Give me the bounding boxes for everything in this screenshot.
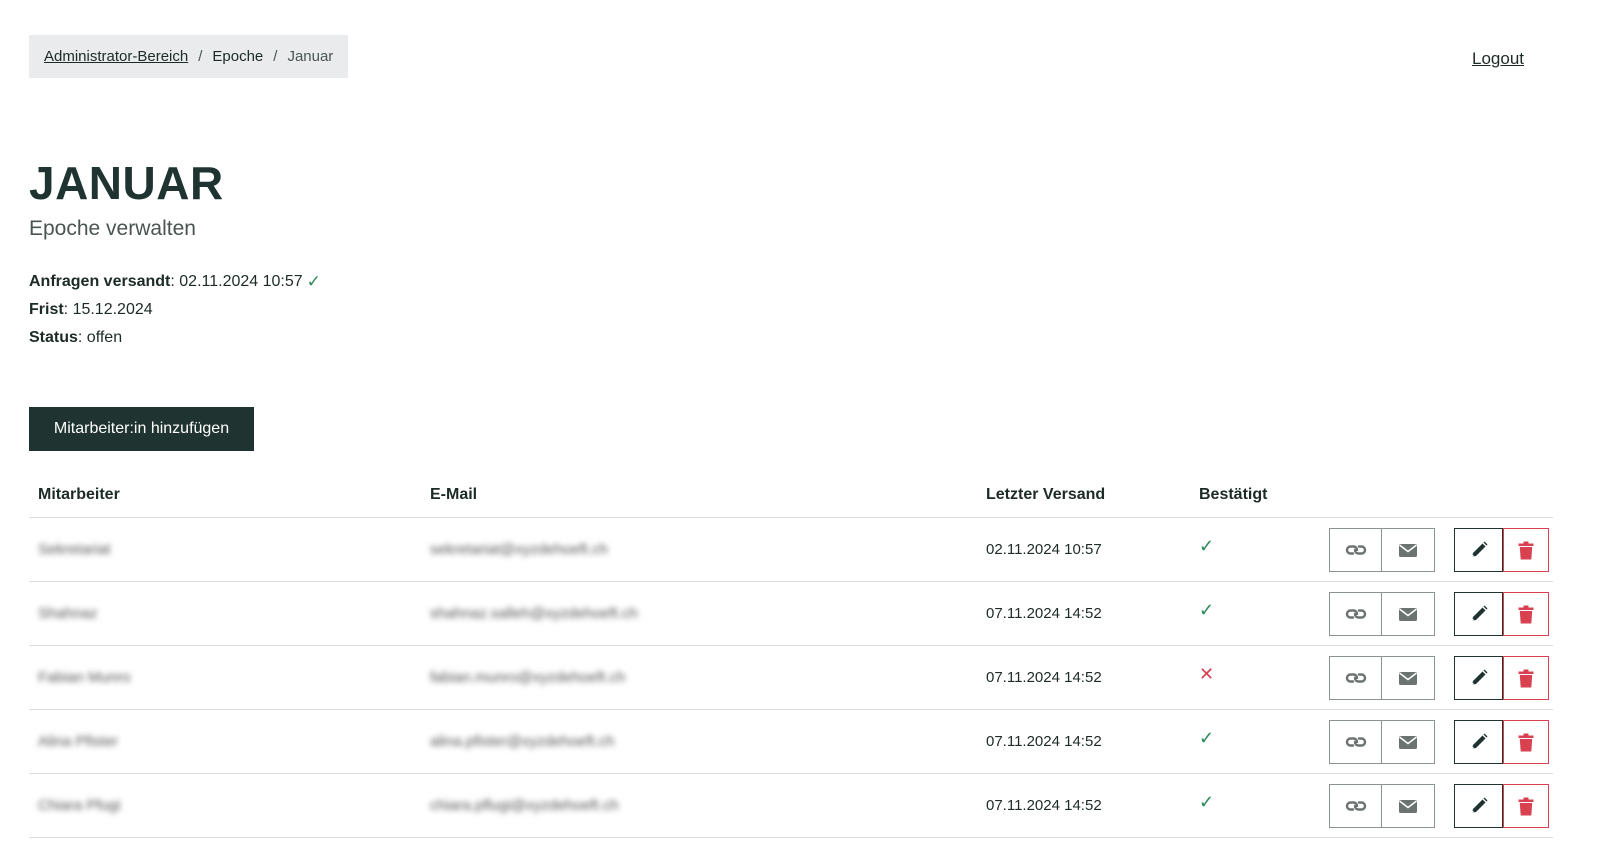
link-icon (1344, 734, 1368, 750)
last-sent-date: 07.11.2024 14:52 (986, 797, 1102, 814)
employee-email: chiara.pflugi@xyzdehoeft.ch (430, 797, 619, 814)
trash-icon (1518, 733, 1534, 752)
table-row: Alina Pfister alina.pfister@xyzdehoeft.ch… (29, 710, 1553, 774)
delete-button[interactable] (1503, 592, 1549, 636)
meta-sent-label: Anfragen versandt (29, 273, 171, 290)
delete-button[interactable] (1503, 528, 1549, 572)
delete-button[interactable] (1503, 784, 1549, 828)
meta-status-value: offen (86, 329, 123, 346)
row-actions (1329, 528, 1549, 572)
row-actions (1329, 720, 1549, 764)
pencil-icon (1469, 540, 1489, 560)
table-row: Fabian Munro fabian.munro@xyzdehoeft.ch 07… (29, 646, 1553, 710)
delete-button[interactable] (1503, 656, 1549, 700)
column-header-confirmed[interactable]: Bestätigt (1199, 486, 1267, 504)
table-row: Shahnaz shahnaz.salleh@xyzdehoeft.ch 07.11… (29, 582, 1553, 646)
check-icon: ✓ (306, 272, 321, 291)
copy-link-button[interactable] (1329, 720, 1382, 764)
trash-icon (1518, 797, 1534, 816)
send-email-button[interactable] (1382, 720, 1435, 764)
employee-name: Shahnaz (38, 605, 98, 622)
meta-deadline: Frist: 15.12.2024 (29, 301, 153, 318)
epoch-meta: Anfragen versandt: 02.11.2024 10:57 ✓ Fr… (29, 268, 321, 352)
last-sent-date: 07.11.2024 14:52 (986, 669, 1102, 686)
table-row: Sekretariat sekretariat@xyzdehoeft.ch 02.1… (29, 518, 1553, 582)
row-actions (1329, 592, 1549, 636)
send-email-button[interactable] (1382, 592, 1435, 636)
edit-button[interactable] (1454, 720, 1503, 764)
copy-link-button[interactable] (1329, 592, 1382, 636)
check-icon: ✓ (1199, 600, 1215, 620)
envelope-icon (1398, 543, 1418, 558)
meta-deadline-value: 15.12.2024 (72, 301, 153, 318)
send-email-button[interactable] (1382, 656, 1435, 700)
delete-button[interactable] (1503, 720, 1549, 764)
employee-email: fabian.munro@xyzdehoeft.ch (430, 669, 626, 686)
envelope-icon (1398, 607, 1418, 622)
breadcrumb-epoche[interactable]: Epoche (212, 48, 263, 65)
send-email-button[interactable] (1382, 784, 1435, 828)
trash-icon (1518, 669, 1534, 688)
last-sent-date: 07.11.2024 14:52 (986, 733, 1102, 750)
page-subtitle: Epoche verwalten (29, 217, 196, 240)
breadcrumb-separator: / (198, 48, 203, 65)
employee-name: Chiara Pfugi (38, 797, 121, 814)
edit-button[interactable] (1454, 656, 1503, 700)
pencil-icon (1469, 604, 1489, 624)
edit-button[interactable] (1454, 784, 1503, 828)
copy-link-button[interactable] (1329, 656, 1382, 700)
employee-email: sekretariat@xyzdehoeft.ch (430, 541, 608, 558)
column-header-name[interactable]: Mitarbeiter (38, 486, 120, 504)
meta-sent: Anfragen versandt: 02.11.2024 10:57 ✓ (29, 272, 321, 291)
trash-icon (1518, 541, 1534, 560)
breadcrumb: Administrator-Bereich / Epoche / Januar (29, 35, 349, 78)
employee-name: Alina Pfister (38, 733, 119, 750)
last-sent-date: 02.11.2024 10:57 (986, 541, 1102, 558)
pencil-icon (1469, 732, 1489, 752)
envelope-icon (1398, 671, 1418, 686)
link-icon (1344, 798, 1368, 814)
employee-name: Fabian Munro (38, 669, 131, 686)
add-employee-button[interactable]: Mitarbeiter:in hinzufügen (29, 407, 254, 451)
column-header-email[interactable]: E-Mail (430, 486, 477, 504)
link-icon (1344, 542, 1368, 558)
pencil-icon (1469, 796, 1489, 816)
page-title: JANUAR (29, 157, 224, 209)
table-body: Sekretariat sekretariat@xyzdehoeft.ch 02.1… (29, 518, 1553, 838)
employee-table: Mitarbeiter E-Mail Letzter Versand Bestä… (29, 474, 1553, 838)
envelope-icon (1398, 735, 1418, 750)
breadcrumb-separator: / (273, 48, 278, 65)
employee-email: alina.pfister@xyzdehoeft.ch (430, 733, 615, 750)
link-icon (1344, 606, 1368, 622)
send-email-button[interactable] (1382, 528, 1435, 572)
row-actions (1329, 656, 1549, 700)
edit-button[interactable] (1454, 592, 1503, 636)
check-icon: ✓ (1199, 728, 1215, 748)
copy-link-button[interactable] (1329, 784, 1382, 828)
pencil-icon (1469, 668, 1489, 688)
column-header-last-sent[interactable]: Letzter Versand (986, 486, 1105, 504)
copy-link-button[interactable] (1329, 528, 1382, 572)
envelope-icon (1398, 799, 1418, 814)
edit-button[interactable] (1454, 528, 1503, 572)
employee-name: Sekretariat (38, 541, 111, 558)
breadcrumb-admin-link[interactable]: Administrator-Bereich (44, 48, 188, 65)
cross-icon: ✕ (1199, 664, 1215, 684)
meta-status-label: Status (29, 329, 78, 346)
check-icon: ✓ (1199, 792, 1215, 812)
last-sent-date: 07.11.2024 14:52 (986, 605, 1102, 622)
employee-email: shahnaz.salleh@xyzdehoeft.ch (430, 605, 638, 622)
table-row: Chiara Pfugi chiara.pflugi@xyzdehoeft.ch 0… (29, 774, 1553, 838)
link-icon (1344, 670, 1368, 686)
trash-icon (1518, 605, 1534, 624)
meta-status: Status: offen (29, 329, 123, 346)
table-header: Mitarbeiter E-Mail Letzter Versand Bestä… (29, 474, 1553, 518)
meta-sent-value: 02.11.2024 10:57 (179, 273, 303, 290)
check-icon: ✓ (1199, 536, 1215, 556)
meta-deadline-label: Frist (29, 301, 64, 318)
logout-link[interactable]: Logout (1472, 49, 1524, 69)
row-actions (1329, 784, 1549, 828)
breadcrumb-current: Januar (287, 48, 334, 65)
